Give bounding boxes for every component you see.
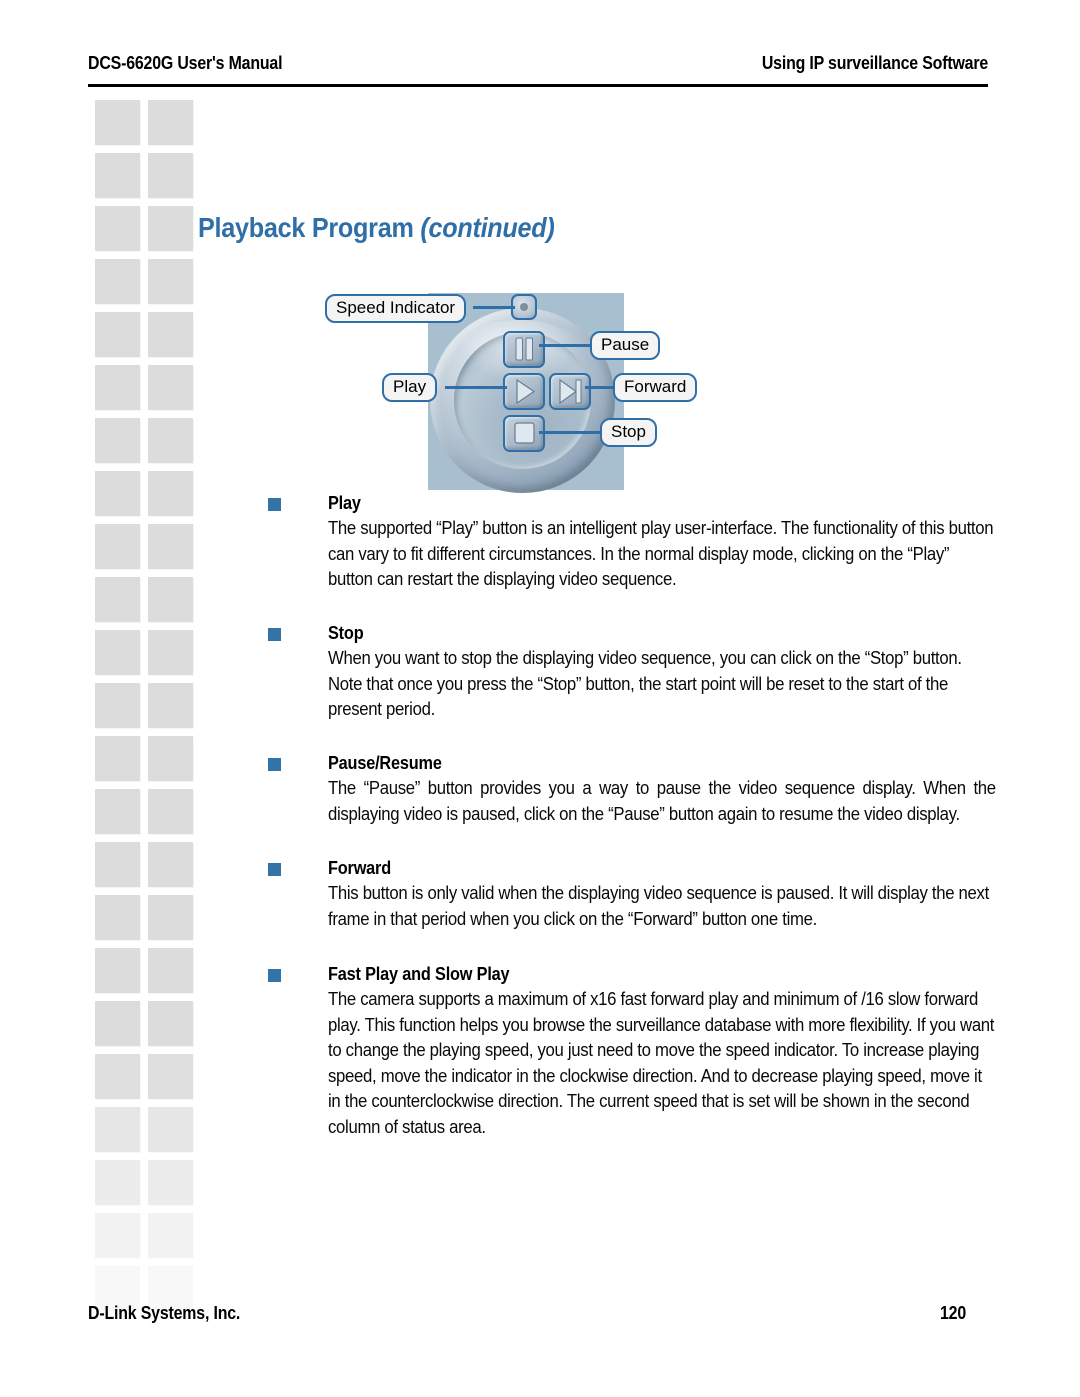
forward-button[interactable] (549, 373, 591, 410)
decorative-square (148, 736, 193, 781)
decorative-square (148, 1319, 193, 1364)
decorative-square (148, 895, 193, 940)
section-heading: Fast Play and Slow Play (328, 963, 510, 984)
decorative-square (148, 1213, 193, 1258)
decorative-square (148, 100, 193, 145)
section-fast-play-slow-play: Fast Play and Slow Play The camera suppo… (268, 963, 998, 1139)
bullet-square-icon (268, 498, 281, 511)
leader-line-speed-indicator (473, 306, 515, 309)
bullet-square-icon (268, 628, 281, 641)
decorative-square (95, 789, 140, 834)
page-title: Playback Program (continued) (198, 212, 555, 244)
callout-play: Play (382, 373, 438, 402)
decorative-square (148, 312, 193, 357)
section-heading: Play (328, 492, 361, 513)
decorative-square (95, 577, 140, 622)
decorative-square (148, 842, 193, 887)
pause-button[interactable] (503, 331, 545, 368)
playback-control-dial-diagram: Speed Indicator Play Pause Forward Stop (325, 288, 725, 493)
page-header: DCS-6620G User's Manual Using IP surveil… (88, 52, 988, 86)
decorative-square (95, 1107, 140, 1152)
section-stop: Stop When you want to stop the displayin… (268, 622, 998, 722)
leader-line-pause (539, 344, 594, 347)
decorative-square (95, 842, 140, 887)
page-title-main: Playback Program (198, 212, 421, 243)
decorative-square (148, 948, 193, 993)
section-play: Play The supported “Play” button is an i… (268, 492, 998, 592)
decorative-square (95, 895, 140, 940)
callout-pause: Pause (590, 331, 661, 360)
bullet-square-icon (268, 863, 281, 876)
decorative-square (95, 1319, 140, 1364)
stop-icon (514, 422, 535, 444)
decorative-square (148, 789, 193, 834)
decorative-square (148, 630, 193, 675)
decorative-square (148, 259, 193, 304)
decorative-square (95, 365, 140, 410)
section-pause-resume: Pause/Resume The “Pause” button provides… (268, 752, 998, 826)
section-body: The supported “Play” button is an intell… (328, 517, 994, 589)
decorative-square (95, 471, 140, 516)
header-divider-rule (88, 84, 988, 87)
section-body: The camera supports a maximum of x16 fas… (328, 988, 995, 1137)
decorative-square (95, 418, 140, 463)
decorative-square (148, 1107, 193, 1152)
section-body: When you want to stop the displaying vid… (328, 647, 962, 719)
decorative-square (148, 524, 193, 569)
callout-stop: Stop (600, 418, 657, 447)
play-icon (516, 378, 536, 405)
leader-line-stop (539, 431, 603, 434)
section-body: This button is only valid when the displ… (328, 882, 989, 929)
margin-decoration-pattern (0, 0, 200, 1397)
page-title-continued: (continued) (420, 212, 555, 243)
section-heading: Pause/Resume (328, 752, 442, 773)
callout-forward: Forward (613, 373, 698, 402)
play-button[interactable] (503, 373, 545, 410)
decorative-square (95, 100, 140, 145)
section-heading: Forward (328, 857, 392, 878)
section-forward: Forward This button is only valid when t… (268, 857, 998, 931)
decorative-square (148, 1054, 193, 1099)
decorative-square (95, 736, 140, 781)
decorative-square (95, 683, 140, 728)
callout-speed-indicator: Speed Indicator (325, 294, 467, 323)
decorative-square (148, 577, 193, 622)
decorative-square (148, 683, 193, 728)
manual-title: DCS-6620G User's Manual (88, 52, 283, 73)
decorative-square (148, 1001, 193, 1046)
chapter-title: Using IP surveillance Software (761, 52, 988, 73)
decorative-square (148, 418, 193, 463)
decorative-square (148, 471, 193, 516)
decorative-square (95, 1001, 140, 1046)
section-heading: Stop (328, 622, 364, 643)
pause-icon (515, 337, 533, 361)
decorative-square (95, 524, 140, 569)
forward-skip-icon (559, 378, 582, 405)
decorative-square (95, 948, 140, 993)
bullet-square-icon (268, 758, 281, 771)
decorative-square (148, 153, 193, 198)
decorative-square (95, 153, 140, 198)
footer-company-name: D-Link Systems, Inc. (88, 1302, 241, 1323)
decorative-square (95, 1160, 140, 1205)
decorative-square (95, 312, 140, 357)
decorative-square (148, 206, 193, 251)
decorative-square (95, 1213, 140, 1258)
decorative-square (95, 206, 140, 251)
leader-line-play (445, 386, 507, 389)
footer-page-number: 120 (940, 1302, 967, 1323)
decorative-square (95, 259, 140, 304)
decorative-square (95, 1054, 140, 1099)
decorative-square (95, 630, 140, 675)
section-body: The “Pause” button provides you a way to… (328, 777, 996, 824)
bullet-square-icon (268, 969, 281, 982)
decorative-square (148, 1160, 193, 1205)
decorative-square (148, 365, 193, 410)
